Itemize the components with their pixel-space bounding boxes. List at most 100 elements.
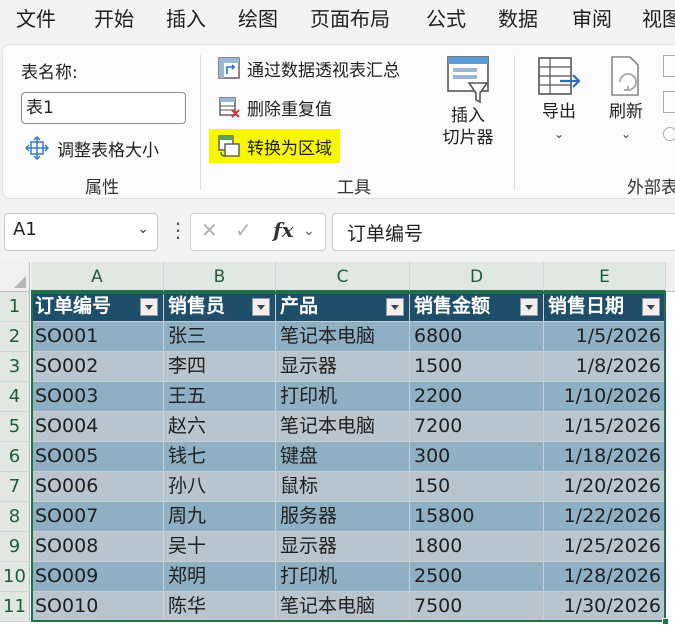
- row-header[interactable]: 9: [0, 532, 30, 562]
- table-cell[interactable]: 1/15/2026: [544, 412, 666, 442]
- table-cell[interactable]: 显示器: [276, 352, 410, 382]
- column-header-b[interactable]: B: [164, 262, 276, 292]
- filter-dropdown-icon[interactable]: [140, 298, 158, 316]
- tab-review[interactable]: 审阅: [572, 6, 612, 32]
- table-cell[interactable]: 笔记本电脑: [276, 322, 410, 352]
- row-header[interactable]: 5: [0, 412, 30, 442]
- row-header[interactable]: 11: [0, 592, 30, 622]
- table-cell[interactable]: 笔记本电脑: [276, 592, 410, 622]
- table-header-cell[interactable]: 产品: [276, 292, 410, 322]
- table-cell[interactable]: 郑明: [164, 562, 276, 592]
- open-browser-icon[interactable]: [663, 91, 675, 113]
- summarize-pivot-button[interactable]: 通过数据透视表汇总: [217, 53, 400, 83]
- resize-table-button[interactable]: 调整表格大小: [24, 133, 159, 163]
- table-cell[interactable]: SO003: [31, 382, 164, 412]
- formula-input[interactable]: 订单编号: [332, 213, 675, 251]
- row-header[interactable]: 10: [0, 562, 30, 592]
- table-cell[interactable]: 1/10/2026: [544, 382, 666, 412]
- row-header[interactable]: 8: [0, 502, 30, 532]
- table-cell[interactable]: 显示器: [276, 532, 410, 562]
- select-all-button[interactable]: [0, 262, 30, 292]
- table-cell[interactable]: 吴十: [164, 532, 276, 562]
- table-cell[interactable]: SO002: [31, 352, 164, 382]
- unlink-icon[interactable]: [663, 127, 675, 141]
- table-name-input[interactable]: 表1: [21, 92, 186, 124]
- properties-icon[interactable]: [663, 55, 675, 77]
- export-button[interactable]: 导出 ⌄: [531, 55, 587, 145]
- table-cell[interactable]: 陈华: [164, 592, 276, 622]
- table-cell[interactable]: 1/8/2026: [544, 352, 666, 382]
- table-cell[interactable]: 1500: [410, 352, 544, 382]
- table-cell[interactable]: SO009: [31, 562, 164, 592]
- tab-draw[interactable]: 绘图: [238, 6, 278, 32]
- table-cell[interactable]: 1/22/2026: [544, 502, 666, 532]
- row-header[interactable]: 4: [0, 382, 30, 412]
- table-cell[interactable]: 笔记本电脑: [276, 412, 410, 442]
- table-cell[interactable]: 1/20/2026: [544, 472, 666, 502]
- table-cell[interactable]: SO007: [31, 502, 164, 532]
- table-cell[interactable]: 7500: [410, 592, 544, 622]
- tab-home[interactable]: 开始: [94, 6, 134, 32]
- insert-slicer-button[interactable]: 插入 切片器: [437, 55, 499, 149]
- table-cell[interactable]: 1/5/2026: [544, 322, 666, 352]
- table-cell[interactable]: 张三: [164, 322, 276, 352]
- row-header[interactable]: 1: [0, 292, 30, 322]
- table-cell[interactable]: 打印机: [276, 562, 410, 592]
- filter-dropdown-icon[interactable]: [252, 298, 270, 316]
- table-cell[interactable]: SO006: [31, 472, 164, 502]
- tab-file[interactable]: 文件: [16, 6, 56, 32]
- table-header-cell[interactable]: 销售员: [164, 292, 276, 322]
- table-cell[interactable]: SO001: [31, 322, 164, 352]
- insert-function-icon[interactable]: fx: [273, 218, 294, 242]
- table-cell[interactable]: SO005: [31, 442, 164, 472]
- name-box-dropdown-icon[interactable]: ⌄: [137, 221, 149, 237]
- fill-handle[interactable]: [662, 618, 669, 625]
- refresh-button[interactable]: 刷新 ⌄: [603, 55, 649, 145]
- table-cell[interactable]: 王五: [164, 382, 276, 412]
- tab-page-layout[interactable]: 页面布局: [310, 6, 390, 32]
- table-cell[interactable]: 150: [410, 472, 544, 502]
- tab-data[interactable]: 数据: [498, 6, 538, 32]
- table-cell[interactable]: 1800: [410, 532, 544, 562]
- table-cell[interactable]: 李四: [164, 352, 276, 382]
- table-cell[interactable]: 赵六: [164, 412, 276, 442]
- filter-dropdown-icon[interactable]: [642, 298, 660, 316]
- table-cell[interactable]: 键盘: [276, 442, 410, 472]
- row-header[interactable]: 6: [0, 442, 30, 472]
- table-cell[interactable]: 孙八: [164, 472, 276, 502]
- table-cell[interactable]: 打印机: [276, 382, 410, 412]
- table-cell[interactable]: 1/18/2026: [544, 442, 666, 472]
- table-header-cell[interactable]: 销售金额: [410, 292, 544, 322]
- more-options-icon[interactable]: ⋮: [168, 218, 188, 242]
- table-cell[interactable]: 周九: [164, 502, 276, 532]
- column-header-c[interactable]: C: [276, 262, 410, 292]
- table-cell[interactable]: 2500: [410, 562, 544, 592]
- convert-to-range-button[interactable]: 转换为区域: [209, 129, 340, 163]
- table-cell[interactable]: 鼠标: [276, 472, 410, 502]
- cancel-icon[interactable]: ✕: [201, 218, 218, 242]
- table-header-cell[interactable]: 销售日期: [544, 292, 666, 322]
- table-cell[interactable]: 2200: [410, 382, 544, 412]
- table-cell[interactable]: 钱七: [164, 442, 276, 472]
- remove-duplicates-button[interactable]: 删除重复值: [217, 92, 332, 122]
- function-dropdown-icon[interactable]: ⌄: [303, 223, 315, 239]
- table-cell[interactable]: SO010: [31, 592, 164, 622]
- name-box[interactable]: A1 ⌄: [4, 213, 158, 251]
- tab-formulas[interactable]: 公式: [426, 6, 466, 32]
- row-header[interactable]: 7: [0, 472, 30, 502]
- table-cell[interactable]: 300: [410, 442, 544, 472]
- table-cell[interactable]: 1/25/2026: [544, 532, 666, 562]
- filter-dropdown-icon[interactable]: [520, 298, 538, 316]
- column-header-e[interactable]: E: [544, 262, 666, 292]
- table-cell[interactable]: SO008: [31, 532, 164, 562]
- table-header-cell[interactable]: 订单编号: [31, 292, 164, 322]
- table-cell[interactable]: SO004: [31, 412, 164, 442]
- column-header-d[interactable]: D: [410, 262, 544, 292]
- table-cell[interactable]: 15800: [410, 502, 544, 532]
- table-cell[interactable]: 服务器: [276, 502, 410, 532]
- table-cell[interactable]: 1/30/2026: [544, 592, 666, 622]
- table-cell[interactable]: 7200: [410, 412, 544, 442]
- table-cell[interactable]: 1/28/2026: [544, 562, 666, 592]
- enter-icon[interactable]: ✓: [235, 218, 252, 242]
- row-header[interactable]: 2: [0, 322, 30, 352]
